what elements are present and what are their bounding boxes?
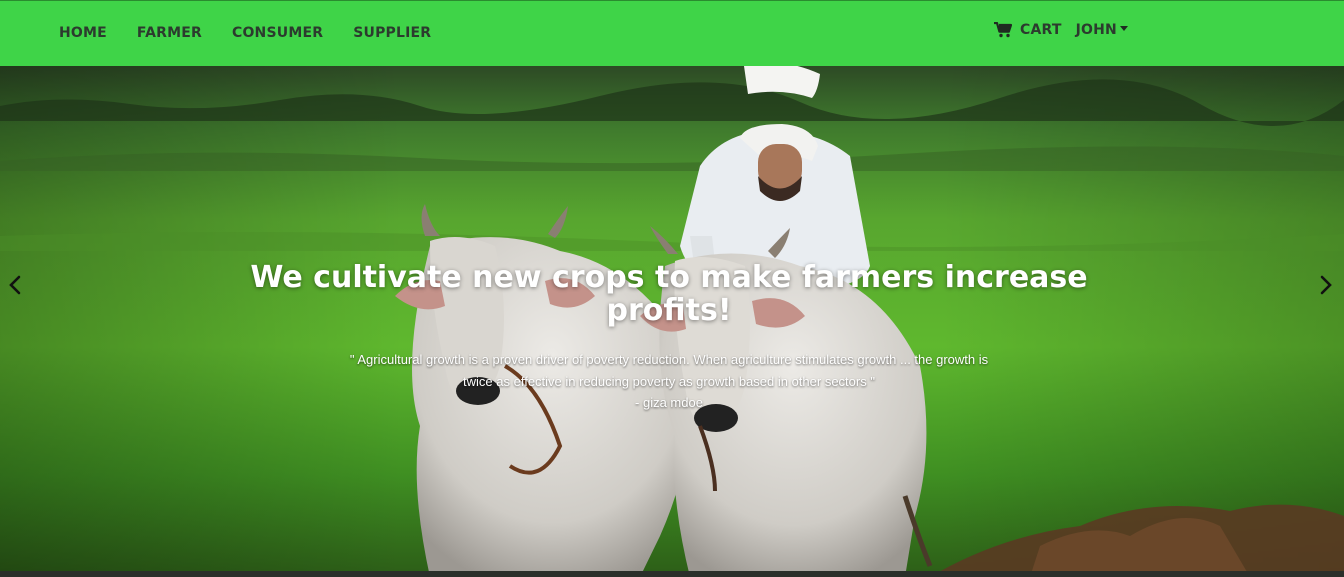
main-nav: HOME FARMER CONSUMER SUPPLIER	[59, 25, 431, 41]
carousel-caption: We cultivate new crops to make farmers i…	[234, 261, 1104, 413]
hero-quote: " Agricultural growth is a proven driver…	[349, 352, 989, 389]
nav-right: CART JOHN	[994, 22, 1128, 38]
nav-link-consumer[interactable]: CONSUMER	[232, 25, 323, 41]
page-bottom-strip	[0, 571, 1344, 577]
nav-link-home[interactable]: HOME	[59, 25, 107, 41]
hero-headline: We cultivate new crops to make farmers i…	[250, 260, 1088, 328]
quote-author: - giza mdoe	[635, 395, 703, 410]
shopping-cart-icon	[994, 22, 1012, 38]
user-menu[interactable]: JOHN	[1076, 22, 1128, 38]
chevron-down-icon	[1119, 26, 1128, 31]
cart-label: CART	[1020, 22, 1062, 38]
carousel-next-button[interactable]	[1311, 272, 1341, 302]
hero-carousel: We cultivate new crops to make farmers i…	[0, 66, 1344, 577]
navbar: HOME FARMER CONSUMER SUPPLIER CART JOHN	[0, 0, 1344, 66]
nav-link-farmer[interactable]: FARMER	[137, 25, 202, 41]
user-name: JOHN	[1075, 22, 1117, 38]
cart-link[interactable]: CART	[994, 22, 1062, 38]
chevron-left-icon	[8, 275, 22, 300]
chevron-right-icon	[1319, 275, 1333, 300]
nav-link-supplier[interactable]: SUPPLIER	[353, 25, 431, 41]
carousel-prev-button[interactable]	[0, 272, 30, 302]
